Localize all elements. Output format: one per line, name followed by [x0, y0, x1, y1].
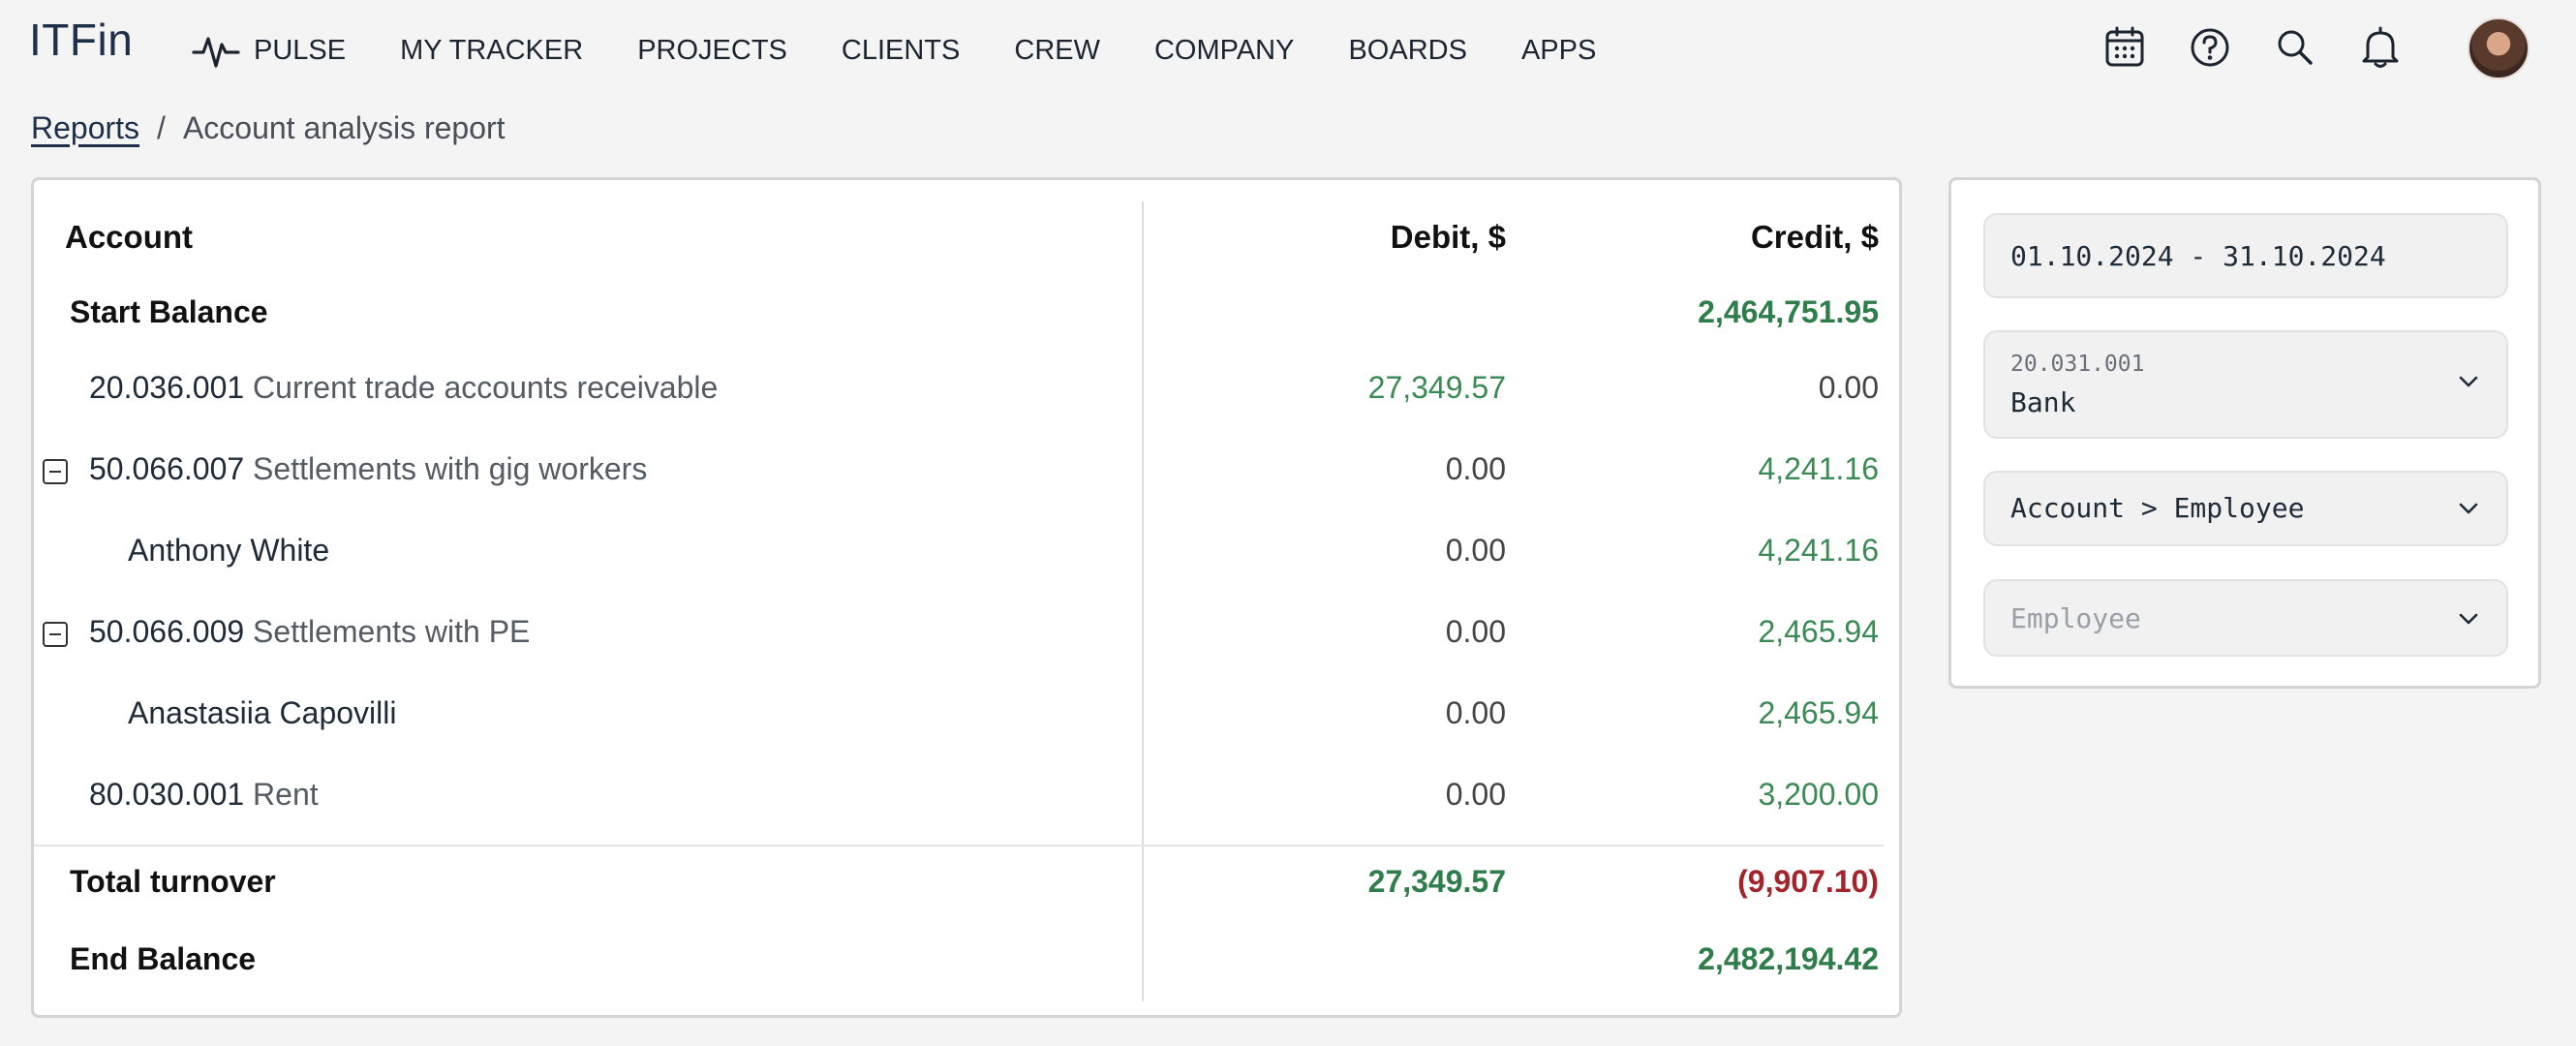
pulse-icon	[192, 37, 240, 68]
date-range-field[interactable]: 01.10.2024 - 31.10.2024	[1983, 213, 2508, 298]
debit-cell: 0.00	[1445, 695, 1506, 730]
credit-cell: 4,241.16	[1758, 451, 1879, 486]
chevron-down-icon	[2459, 613, 2478, 625]
credit-cell: 0.00	[1818, 370, 1879, 405]
calendar-icon[interactable]	[2101, 19, 2148, 76]
account-name: Settlements with gig workers	[253, 451, 648, 486]
top-icons	[2101, 19, 2442, 76]
debit-cell: 0.00	[1445, 777, 1506, 812]
account-name: Current trade accounts receivable	[253, 370, 719, 405]
breadcrumb-reports-link[interactable]: Reports	[31, 110, 139, 146]
nav-boards[interactable]: BOARDS	[1348, 35, 1466, 67]
credit-cell: 2,465.94	[1758, 695, 1879, 730]
table-row[interactable]: 50.066.007 Settlements with gig workers …	[34, 451, 1901, 509]
table-row[interactable]: 80.030.001 Rent 0.00 3,200.00	[34, 777, 1901, 835]
account-code: 20.036.001	[89, 370, 245, 405]
totals-divider	[34, 845, 1884, 846]
account-code: 50.066.007	[89, 451, 245, 486]
account-name: Rent	[253, 777, 319, 812]
credit-cell: 4,241.16	[1758, 533, 1879, 568]
total-turnover-row: Total turnover 27,349.57 (9,907.10)	[34, 864, 1901, 922]
chevron-down-icon	[2459, 376, 2478, 387]
table-row[interactable]: Anastasiia Capovilli 0.00 2,465.94	[34, 695, 1901, 754]
table-row[interactable]: Anthony White 0.00 4,241.16	[34, 533, 1901, 591]
header-account: Account	[65, 219, 193, 255]
nav-crew[interactable]: CREW	[1014, 35, 1100, 67]
account-cell: 20.036.001 Current trade accounts receiv…	[89, 370, 718, 406]
account-select[interactable]: 20.031.001 Bank	[1983, 330, 2508, 439]
start-balance-row: Start Balance 2,464,751.95	[34, 294, 1901, 353]
nav-pulse-label: PULSE	[254, 34, 347, 66]
total-turnover-debit: 27,349.57	[1367, 864, 1506, 899]
collapse-toggle-icon[interactable]	[43, 622, 68, 647]
debit-cell: 27,349.57	[1367, 370, 1506, 405]
total-turnover-label: Total turnover	[70, 864, 276, 899]
breadcrumb-current: Account analysis report	[182, 110, 506, 145]
account-code: 50.066.009	[89, 614, 245, 649]
bell-icon[interactable]	[2357, 19, 2404, 76]
employee-name: Anastasiia Capovilli	[128, 695, 397, 730]
collapse-toggle-icon[interactable]	[43, 459, 68, 484]
nav-company[interactable]: COMPANY	[1154, 35, 1294, 67]
account-cell: 80.030.001 Rent	[89, 777, 319, 813]
nav-my-tracker[interactable]: MY TRACKER	[400, 35, 583, 67]
app-logo[interactable]: ITFin	[29, 14, 133, 66]
employee-name: Anthony White	[128, 533, 330, 568]
start-balance-label: Start Balance	[70, 294, 268, 329]
main-nav: PULSE MY TRACKER PROJECTS CLIENTS CREW C…	[192, 31, 1650, 70]
account-cell: 50.066.009 Settlements with PE	[89, 614, 530, 650]
avatar[interactable]	[2468, 17, 2530, 79]
credit-cell: 3,200.00	[1758, 777, 1879, 812]
end-balance-label: End Balance	[70, 941, 257, 976]
breadcrumb: Reports / Account analysis report	[31, 110, 506, 146]
nav-clients[interactable]: CLIENTS	[842, 35, 960, 67]
table-row[interactable]: 50.066.009 Settlements with PE 0.00 2,46…	[34, 614, 1901, 672]
debit-cell: 0.00	[1445, 451, 1506, 486]
credit-cell: 2,465.94	[1758, 614, 1879, 649]
account-select-code: 20.031.001	[2010, 352, 2145, 377]
account-code: 80.030.001	[89, 777, 245, 812]
account-cell: 50.066.007 Settlements with gig workers	[89, 451, 647, 487]
debit-cell: 0.00	[1445, 614, 1506, 649]
employee-select[interactable]: Employee	[1983, 579, 2508, 657]
chevron-down-icon	[2459, 503, 2478, 514]
end-balance-row: End Balance 2,482,194.42	[34, 941, 1901, 1000]
grouping-select[interactable]: Account > Employee	[1983, 471, 2508, 546]
account-analysis-table: Account Debit, $ Credit, $ Start Balance…	[31, 177, 1902, 1018]
help-icon[interactable]	[2187, 19, 2233, 76]
grouping-select-value: Account > Employee	[2010, 492, 2305, 524]
employee-select-placeholder: Employee	[2010, 602, 2141, 634]
header-debit: Debit, $	[1390, 219, 1506, 255]
header-credit: Credit, $	[1750, 219, 1879, 255]
start-balance-credit: 2,464,751.95	[1698, 294, 1879, 329]
filters-panel: 01.10.2024 - 31.10.2024 20.031.001 Bank …	[1948, 177, 2541, 689]
breadcrumb-separator: /	[157, 110, 166, 145]
table-row[interactable]: 20.036.001 Current trade accounts receiv…	[34, 370, 1901, 428]
top-bar: ITFin PULSE MY TRACKER PROJECTS CLIENTS …	[0, 0, 2576, 97]
total-turnover-credit: (9,907.10)	[1737, 864, 1879, 899]
account-select-name: Bank	[2010, 386, 2076, 418]
search-icon[interactable]	[2272, 19, 2318, 76]
debit-cell: 0.00	[1445, 533, 1506, 568]
date-range-value: 01.10.2024 - 31.10.2024	[2010, 240, 2386, 272]
nav-apps[interactable]: APPS	[1521, 35, 1596, 67]
account-name: Settlements with PE	[253, 614, 531, 649]
end-balance-credit: 2,482,194.42	[1698, 941, 1879, 976]
nav-projects[interactable]: PROJECTS	[637, 35, 787, 67]
nav-pulse[interactable]: PULSE	[192, 31, 346, 70]
table-header: Account Debit, $ Credit, $	[34, 219, 1901, 277]
